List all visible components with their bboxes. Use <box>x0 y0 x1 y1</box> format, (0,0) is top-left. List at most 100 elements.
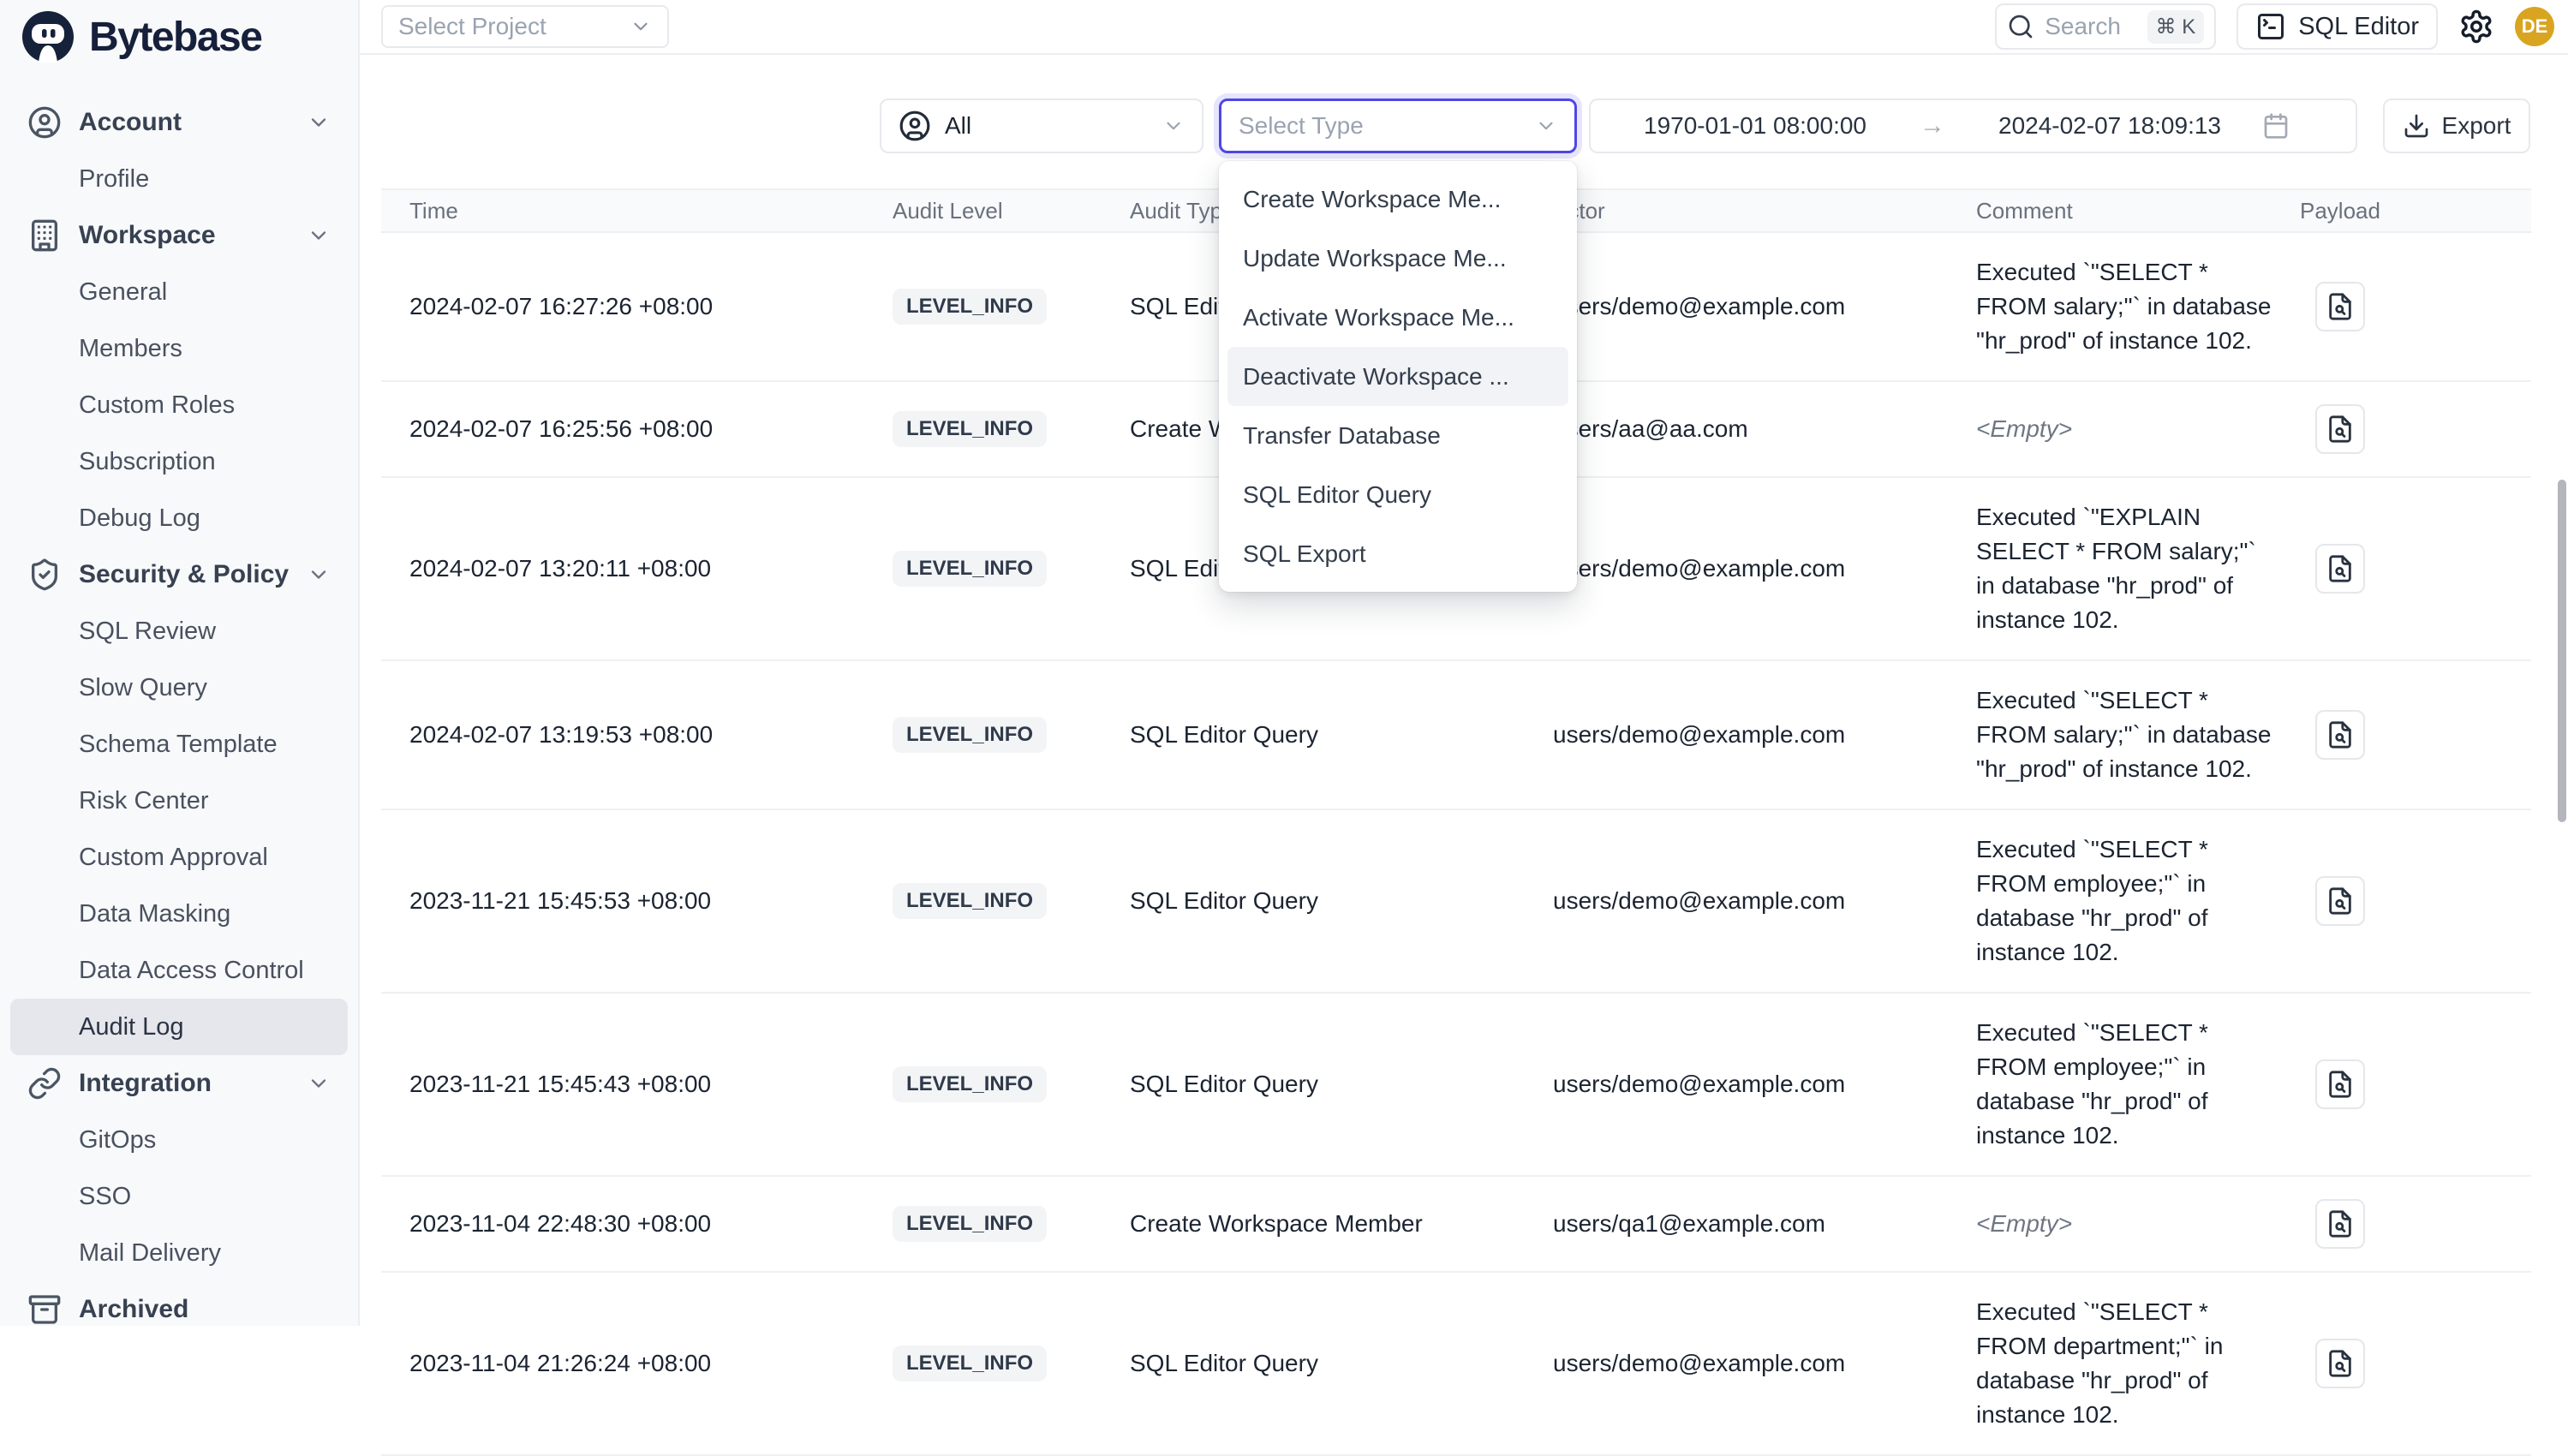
link-icon <box>27 1066 62 1101</box>
chevron-down-icon <box>1162 115 1185 137</box>
sidebar-item-sql-review[interactable]: SQL Review <box>0 603 358 659</box>
brand-logo[interactable]: Bytebase <box>0 0 358 74</box>
cell-actor: users/demo@example.com <box>1553 1071 1976 1098</box>
table-row: 2023-11-04 21:26:24 +08:00 LEVEL_INFO SQ… <box>381 1273 2531 1456</box>
file-search-icon <box>2326 1349 2355 1378</box>
cell-comment: <Empty> <box>1976 412 2278 446</box>
sidebar-item-sso[interactable]: SSO <box>0 1168 358 1225</box>
search-placeholder: Search <box>2045 13 2121 40</box>
sidebar-item-members[interactable]: Members <box>0 320 358 377</box>
sidebar-item-risk-center[interactable]: Risk Center <box>0 773 358 829</box>
terminal-icon <box>2255 11 2286 42</box>
date-to: 2024-02-07 18:09:13 <box>1998 112 2221 140</box>
table-row: 2023-11-04 22:48:30 +08:00 LEVEL_INFO Cr… <box>381 1177 2531 1273</box>
select-project-dropdown[interactable]: Select Project <box>381 5 669 48</box>
view-payload-button[interactable] <box>2315 404 2365 454</box>
file-search-icon <box>2326 720 2355 749</box>
table-row: 2024-02-07 13:19:53 +08:00 LEVEL_INFO SQ… <box>381 661 2531 810</box>
actor-filter-value: All <box>945 112 971 140</box>
sidebar-section-account[interactable]: Account <box>0 94 358 151</box>
column-header-actor: Actor <box>1553 198 1976 224</box>
level-badge: LEVEL_INFO <box>893 717 1047 753</box>
cell-time: 2023-11-21 15:45:43 +08:00 <box>381 1071 893 1098</box>
sidebar-item-data-masking[interactable]: Data Masking <box>0 886 358 942</box>
archive-icon <box>27 1292 62 1327</box>
sidebar-item-custom-roles[interactable]: Custom Roles <box>0 377 358 433</box>
cell-payload <box>2300 544 2531 594</box>
sidebar-item-data-access-control[interactable]: Data Access Control <box>0 942 358 999</box>
menu-item-create-workspace-member[interactable]: Create Workspace Me... <box>1219 170 1577 229</box>
download-icon <box>2403 112 2430 140</box>
menu-item-deactivate-workspace-member[interactable]: Deactivate Workspace ... <box>1227 347 1568 406</box>
actor-filter-dropdown[interactable]: All <box>880 98 1203 153</box>
menu-item-sql-editor-query[interactable]: SQL Editor Query <box>1219 465 1577 524</box>
cell-comment: Executed `"EXPLAIN SELECT * FROM salary;… <box>1976 500 2278 637</box>
level-badge: LEVEL_INFO <box>893 883 1047 919</box>
cell-actor: users/demo@example.com <box>1553 721 1976 749</box>
cell-audit-level: LEVEL_INFO <box>893 883 1130 919</box>
building-icon <box>27 218 62 253</box>
view-payload-button[interactable] <box>2315 1059 2365 1109</box>
menu-item-activate-workspace-member[interactable]: Activate Workspace Me... <box>1219 288 1577 347</box>
cell-time: 2024-02-07 16:27:26 +08:00 <box>381 293 893 320</box>
date-from: 1970-01-01 08:00:00 <box>1644 112 1866 140</box>
avatar[interactable]: DE <box>2515 7 2554 46</box>
cell-time: 2024-02-07 13:20:11 +08:00 <box>381 555 893 582</box>
view-payload-button[interactable] <box>2315 1339 2365 1388</box>
sidebar-item-custom-approval[interactable]: Custom Approval <box>0 829 358 886</box>
cell-audit-type: Create Workspace Member <box>1130 1210 1553 1238</box>
sidebar-section-integration[interactable]: Integration <box>0 1055 358 1112</box>
export-button[interactable]: Export <box>2383 98 2530 153</box>
sidebar-item-debug-log[interactable]: Debug Log <box>0 490 358 546</box>
sidebar-section-security-policy[interactable]: Security & Policy <box>0 546 358 603</box>
cell-audit-level: LEVEL_INFO <box>893 717 1130 753</box>
chevron-down-icon <box>307 224 331 248</box>
sidebar-item-general[interactable]: General <box>0 264 358 320</box>
menu-item-transfer-database[interactable]: Transfer Database <box>1219 406 1577 465</box>
gear-icon[interactable] <box>2458 9 2494 45</box>
cell-time: 2024-02-07 16:25:56 +08:00 <box>381 415 893 443</box>
cell-comment: <Empty> <box>1976 1207 2278 1241</box>
cell-payload <box>2300 1059 2531 1109</box>
cell-audit-type: SQL Editor Query <box>1130 887 1553 915</box>
view-payload-button[interactable] <box>2315 282 2365 331</box>
sidebar-item-subscription[interactable]: Subscription <box>0 433 358 490</box>
view-payload-button[interactable] <box>2315 876 2365 926</box>
search-shortcut-badge: ⌘ K <box>2147 10 2205 44</box>
sidebar-item-schema-template[interactable]: Schema Template <box>0 716 358 773</box>
type-filter-select[interactable]: Select Type <box>1219 98 1577 153</box>
cell-comment: Executed `"SELECT * FROM department;"` i… <box>1976 1295 2278 1432</box>
sidebar-item-mail-delivery[interactable]: Mail Delivery <box>0 1225 358 1281</box>
level-badge: LEVEL_INFO <box>893 1066 1047 1102</box>
file-search-icon <box>2326 554 2355 583</box>
sidebar-item-profile[interactable]: Profile <box>0 151 358 207</box>
sql-editor-button[interactable]: SQL Editor <box>2237 3 2438 50</box>
level-badge: LEVEL_INFO <box>893 411 1047 447</box>
search-input[interactable]: Search ⌘ K <box>1995 3 2216 50</box>
view-payload-button[interactable] <box>2315 544 2365 594</box>
cell-payload <box>2300 404 2531 454</box>
date-range-picker[interactable]: 1970-01-01 08:00:00 → 2024-02-07 18:09:1… <box>1589 98 2357 153</box>
menu-item-update-workspace-member[interactable]: Update Workspace Me... <box>1219 229 1577 288</box>
cell-payload <box>2300 876 2531 926</box>
cell-actor: users/demo@example.com <box>1553 555 1976 582</box>
sidebar-item-audit-log[interactable]: Audit Log <box>10 999 348 1055</box>
cell-audit-level: LEVEL_INFO <box>893 551 1130 587</box>
topbar: Select Project Search ⌘ K SQL Editor DE <box>360 0 2568 55</box>
sidebar-item-gitops[interactable]: GitOps <box>0 1112 358 1168</box>
cell-comment: Executed `"SELECT * FROM employee;"` in … <box>1976 832 2278 970</box>
menu-item-sql-export[interactable]: SQL Export <box>1219 524 1577 583</box>
vertical-scrollbar[interactable] <box>2558 480 2566 822</box>
cell-time: 2024-02-07 13:19:53 +08:00 <box>381 721 893 749</box>
cell-payload <box>2300 282 2531 331</box>
cell-comment: Executed `"SELECT * FROM employee;"` in … <box>1976 1016 2278 1153</box>
column-header-audit-level: Audit Level <box>893 198 1130 224</box>
view-payload-button[interactable] <box>2315 1199 2365 1249</box>
sidebar-item-slow-query[interactable]: Slow Query <box>0 659 358 716</box>
sidebar-section-workspace[interactable]: Workspace <box>0 207 358 264</box>
cell-payload <box>2300 1199 2531 1249</box>
cell-actor: users/aa@aa.com <box>1553 415 1976 443</box>
view-payload-button[interactable] <box>2315 710 2365 760</box>
cell-audit-level: LEVEL_INFO <box>893 289 1130 325</box>
sidebar-section-archived[interactable]: Archived <box>0 1281 358 1338</box>
